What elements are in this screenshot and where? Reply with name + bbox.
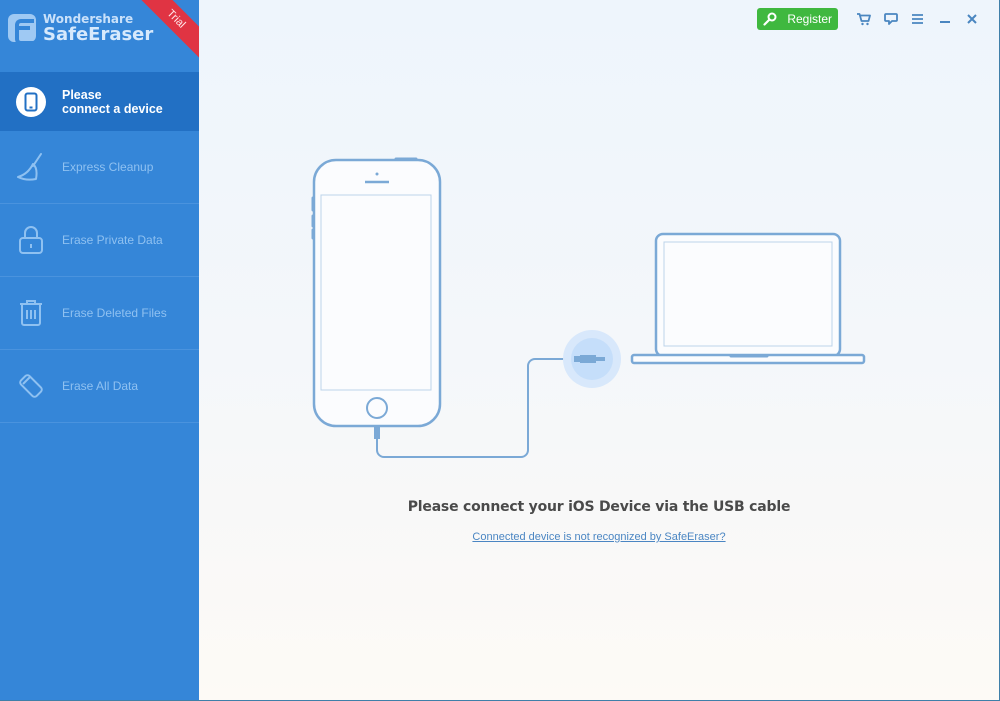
sidebar: Wondershare SafeEraser Trial Please conn… bbox=[0, 0, 199, 700]
app-window: Wondershare SafeEraser Trial Please conn… bbox=[0, 0, 1000, 701]
sidebar-item-label: Erase All Data bbox=[62, 379, 139, 393]
device-not-recognized-link[interactable]: Connected device is not recognized by Sa… bbox=[472, 531, 725, 543]
sidebar-nav: Please connect a device Express Cleanup … bbox=[0, 72, 199, 423]
sidebar-item-label: Erase Deleted Files bbox=[62, 306, 167, 320]
connect-instruction: Please connect your iOS Device via the U… bbox=[407, 499, 791, 515]
sidebar-item-express-cleanup[interactable]: Express Cleanup bbox=[0, 131, 199, 204]
laptop-illustration bbox=[630, 232, 866, 365]
sidebar-item-erase-deleted-files[interactable]: Erase Deleted Files bbox=[0, 277, 199, 350]
eraser-icon bbox=[19, 374, 43, 398]
trash-icon bbox=[20, 300, 42, 326]
sidebar-item-connect-device[interactable]: Please connect a device bbox=[0, 72, 199, 131]
product-name: SafeEraser bbox=[43, 23, 154, 45]
sidebar-item-erase-private-data[interactable]: Erase Private Data bbox=[0, 204, 199, 277]
logo-icon bbox=[8, 14, 36, 45]
usb-connector bbox=[563, 330, 621, 388]
brand-name: Wondershare bbox=[43, 11, 134, 26]
lock-icon bbox=[19, 226, 43, 254]
sidebar-item-label: Express Cleanup bbox=[62, 160, 154, 174]
app-logo: Wondershare SafeEraser bbox=[8, 10, 153, 46]
phone-icon bbox=[16, 86, 46, 117]
sidebar-item-label: Please bbox=[62, 87, 102, 102]
broom-icon bbox=[17, 153, 42, 181]
sidebar-item-erase-all-data[interactable]: Erase All Data bbox=[0, 350, 199, 423]
connect-device-illustration bbox=[311, 157, 866, 458]
sidebar-item-label: connect a device bbox=[62, 101, 163, 116]
iphone-illustration bbox=[311, 157, 442, 439]
sidebar-item-label: Erase Private Data bbox=[62, 233, 163, 247]
